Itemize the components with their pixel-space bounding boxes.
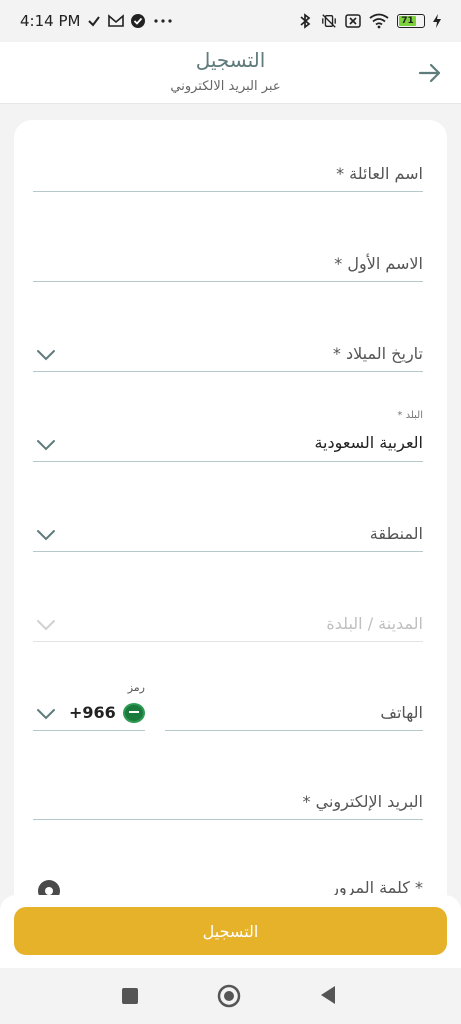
more-icon	[152, 13, 174, 29]
register-button[interactable]: التسجيل	[14, 907, 447, 955]
country-small-label: البلد *	[397, 410, 423, 421]
status-right: 71	[297, 13, 441, 29]
chevron-down-icon[interactable]	[35, 706, 57, 720]
birth-date-field[interactable]: تاريخ الميلاد *	[33, 322, 423, 372]
back-triangle-icon[interactable]	[318, 984, 342, 1008]
country-value: العربية السعودية	[314, 433, 423, 452]
chevron-down-icon[interactable]	[35, 437, 57, 451]
charging-icon	[433, 13, 441, 29]
wifi-icon	[369, 13, 389, 29]
birth-date-label: تاريخ الميلاد *	[332, 344, 423, 363]
country-select[interactable]: البلد * العربية السعودية	[33, 410, 423, 462]
phone-label: الهاتف	[380, 703, 423, 722]
bottom-action-bar: التسجيل	[0, 895, 461, 968]
check-icon	[86, 13, 102, 29]
battery-level: 71	[399, 16, 417, 26]
phone-code-label: رمز	[127, 681, 145, 694]
recents-square-icon[interactable]	[118, 984, 142, 1008]
home-circle-icon[interactable]	[217, 984, 241, 1008]
page-title: التسجيل	[195, 48, 266, 72]
city-label: المدينة / البلدة	[326, 614, 423, 633]
saudi-flag-icon	[123, 703, 145, 723]
back-arrow-icon[interactable]	[417, 60, 443, 86]
app-header: التسجيل عبر البريد الالكتروني	[0, 42, 461, 104]
region-label: المنطقة	[369, 524, 423, 543]
bluetooth-icon	[297, 13, 313, 29]
chevron-down-icon[interactable]	[35, 527, 57, 541]
first-name-field[interactable]: الاسم الأول *	[33, 232, 423, 282]
city-select: المدينة / البلدة	[33, 592, 423, 642]
registration-form: اسم العائلة * الاسم الأول * تاريخ الميلا…	[14, 120, 447, 920]
family-name-label: اسم العائلة *	[336, 164, 423, 183]
region-select[interactable]: المنطقة	[33, 502, 423, 552]
status-bar: 4:14 PM 71	[0, 0, 461, 42]
check-circle-icon	[130, 13, 146, 29]
chevron-down-icon	[35, 617, 57, 631]
phone-input[interactable]: الهاتف	[165, 681, 423, 731]
status-left: 4:14 PM	[20, 12, 174, 30]
status-time: 4:14 PM	[20, 12, 81, 30]
phone-code-value: +966	[69, 703, 116, 722]
navigation-bar	[0, 968, 461, 1024]
first-name-label: الاسم الأول *	[334, 254, 423, 273]
email-field[interactable]: البريد الإلكتروني *	[33, 770, 423, 820]
phone-code-select[interactable]: رمز +966	[33, 681, 145, 731]
chevron-down-icon[interactable]	[35, 347, 57, 361]
battery-icon: 71	[397, 14, 425, 28]
close-box-icon	[345, 13, 361, 29]
page-subtitle: عبر البريد الالكتروني	[170, 79, 281, 94]
gmail-icon	[108, 13, 125, 29]
vibrate-off-icon	[321, 13, 337, 29]
family-name-field[interactable]: اسم العائلة *	[33, 142, 423, 192]
email-label: البريد الإلكتروني *	[302, 792, 423, 811]
